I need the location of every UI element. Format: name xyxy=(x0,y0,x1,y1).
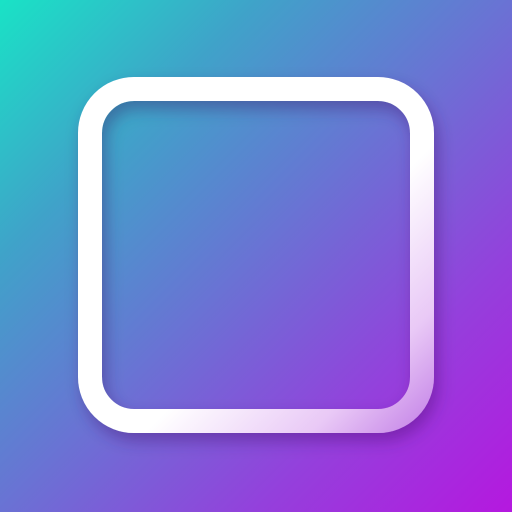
collage-layout-icon xyxy=(78,77,434,433)
app-icon-background xyxy=(0,0,512,512)
